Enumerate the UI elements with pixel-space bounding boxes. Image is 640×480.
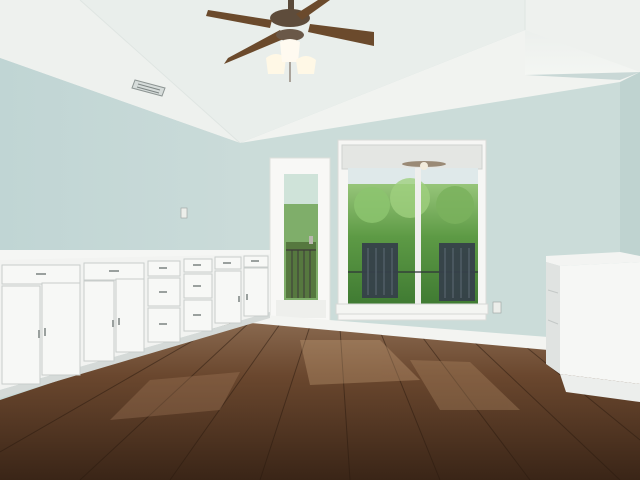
cabinet-doors-right — [214, 267, 269, 324]
chair-left — [362, 243, 398, 298]
light-switch-icon — [180, 207, 188, 219]
room-scene — [0, 0, 640, 480]
window — [335, 139, 489, 321]
chair-right — [439, 243, 475, 301]
outlet-icon — [492, 301, 502, 314]
glass-door — [269, 157, 331, 323]
